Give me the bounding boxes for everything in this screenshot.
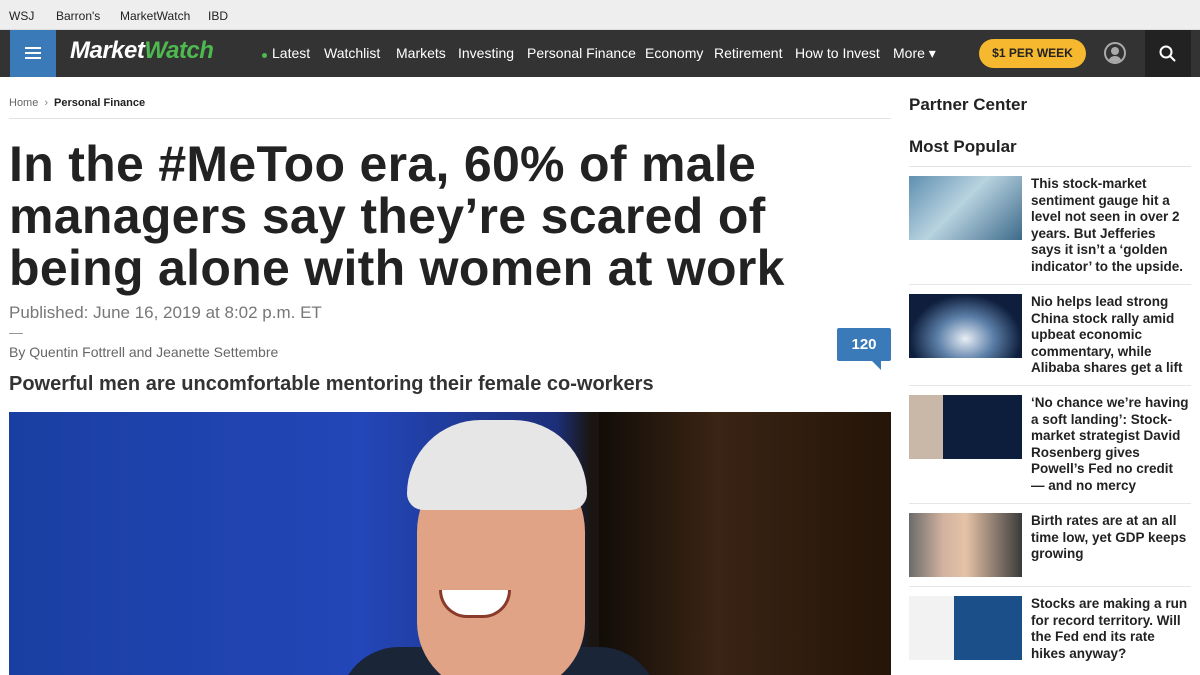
story-thumbnail[interactable] — [909, 513, 1022, 577]
live-dot-icon — [262, 53, 267, 58]
network-bar: WSJ Barron's MarketWatch IBD — [0, 0, 1200, 30]
nav-item-watchlist[interactable]: Watchlist — [324, 45, 380, 61]
network-link-barrons[interactable]: Barron's — [56, 9, 100, 23]
divider — [909, 166, 1191, 167]
user-avatar-icon[interactable] — [1104, 42, 1126, 64]
article-headline: In the #MeToo era, 60% of male managers … — [9, 136, 785, 296]
breadcrumb: Home › Personal Finance — [9, 97, 145, 109]
story-title[interactable]: Birth rates are at an all time low, yet … — [1031, 513, 1189, 563]
divider — [909, 284, 1191, 285]
nav-item-investing[interactable]: Investing — [458, 45, 514, 61]
story-thumbnail[interactable] — [909, 395, 1022, 459]
comment-count-button[interactable]: 120 — [837, 328, 891, 370]
story-title[interactable]: Stocks are making a run for record terri… — [1031, 596, 1189, 662]
breadcrumb-home[interactable]: Home — [9, 97, 38, 109]
divider — [909, 503, 1191, 504]
hamburger-menu-icon[interactable] — [10, 30, 56, 77]
partner-center-heading[interactable]: Partner Center — [909, 95, 1027, 115]
divider — [909, 586, 1191, 587]
breadcrumb-personal-finance[interactable]: Personal Finance — [54, 97, 145, 109]
divider — [9, 118, 891, 119]
most-popular-heading: Most Popular — [909, 137, 1017, 156]
subscribe-button[interactable]: $1 PER WEEK — [979, 39, 1086, 68]
search-icon — [1159, 45, 1176, 62]
article-byline: By Quentin Fottrell and Jeanette Settemb… — [9, 344, 279, 360]
nav-item-economy[interactable]: Economy — [645, 45, 703, 61]
story-title[interactable]: ‘No chance we’re having a soft landing’:… — [1031, 395, 1189, 494]
nav-item-retirement[interactable]: Retirement — [714, 45, 782, 61]
nav-item-how-to-invest[interactable]: How to Invest — [795, 45, 880, 61]
nav-item-more[interactable]: More ▾ — [893, 45, 936, 62]
story-thumbnail[interactable] — [909, 176, 1022, 240]
article-hero-image — [9, 412, 891, 675]
chevron-right-icon: › — [44, 97, 49, 109]
search-button[interactable] — [1145, 30, 1191, 77]
story-thumbnail[interactable] — [909, 596, 1022, 660]
published-date: Published: June 16, 2019 at 8:02 p.m. ET — [9, 303, 322, 322]
marketwatch-logo[interactable]: MarketWatch — [70, 37, 214, 65]
story-title[interactable]: This stock-market sentiment gauge hit a … — [1031, 176, 1189, 275]
nav-item-markets[interactable]: Markets — [396, 45, 446, 61]
story-thumbnail[interactable] — [909, 294, 1022, 358]
network-link-marketwatch[interactable]: MarketWatch — [120, 9, 190, 23]
divider — [909, 385, 1191, 386]
main-nav: MarketWatch Latest Watchlist Markets Inv… — [0, 30, 1200, 77]
article-subheadline: Powerful men are uncomfortable mentoring… — [9, 373, 654, 395]
network-link-wsj[interactable]: WSJ — [9, 9, 34, 23]
story-title[interactable]: Nio helps lead strong China stock rally … — [1031, 294, 1189, 377]
nav-item-latest[interactable]: Latest — [272, 45, 310, 61]
divider — [9, 333, 23, 334]
network-link-ibd[interactable]: IBD — [208, 9, 228, 23]
nav-item-personal-finance[interactable]: Personal Finance — [527, 45, 636, 61]
